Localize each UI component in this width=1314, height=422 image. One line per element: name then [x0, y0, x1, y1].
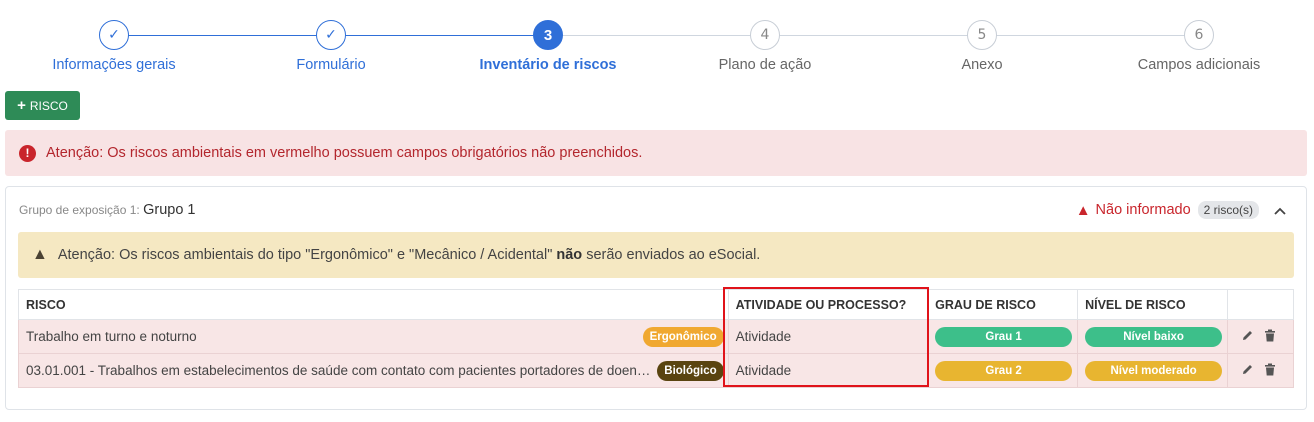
step-label: Campos adicionais	[1137, 57, 1261, 73]
step-number: 5	[967, 20, 997, 50]
warning-triangle-icon: ▲	[32, 246, 48, 263]
column-header-nivel: NÍVEL DE RISCO	[1077, 289, 1229, 320]
group-status: ▲ Não informado 2 risco(s)	[1076, 201, 1286, 219]
column-header-grau: GRAU DE RISCO	[927, 289, 1079, 320]
step-campos-adicionais[interactable]: 6 Campos adicionais	[1089, 20, 1309, 73]
plus-icon: +	[17, 97, 26, 114]
exposure-group-card: Grupo de exposição 1: Grupo 1 ▲ Não info…	[5, 186, 1307, 410]
step-formulario[interactable]: ✓ Formulário	[221, 20, 441, 73]
step-number: 4	[750, 20, 780, 50]
required-fields-alert: ! Atenção: Os riscos ambientais em verme…	[5, 130, 1307, 176]
step-number: 3	[533, 20, 563, 50]
step-label: Informações gerais	[52, 57, 176, 73]
degree-cell: Grau 1	[927, 319, 1079, 354]
level-badge: Nível baixo	[1085, 326, 1223, 347]
step-inventario-de-riscos[interactable]: 3 Inventário de riscos	[438, 20, 658, 73]
pencil-icon[interactable]	[1241, 363, 1254, 379]
degree-cell: Grau 2	[927, 353, 1079, 388]
add-risk-label: RISCO	[29, 98, 68, 113]
trash-icon[interactable]	[1264, 329, 1276, 345]
required-fields-alert-text: Atenção: Os riscos ambientais em vermelh…	[46, 145, 643, 161]
status-text: Não informado	[1095, 202, 1191, 218]
step-label: Anexo	[961, 57, 1003, 73]
esocial-alert-text: Atenção: Os riscos ambientais do tipo "E…	[57, 247, 761, 263]
column-header-actions	[1227, 289, 1294, 320]
progress-stepper: ✓ Informações gerais ✓ Formulário 3 Inve…	[0, 0, 1314, 90]
degree-badge: Grau 1	[935, 326, 1073, 347]
step-number: 6	[1184, 20, 1214, 50]
step-label: Inventário de riscos	[479, 57, 617, 73]
category-badge: Ergonômico	[642, 327, 724, 347]
actions-cell	[1227, 319, 1294, 354]
degree-badge: Grau 2	[935, 360, 1073, 381]
warning-triangle-icon: ▲	[1075, 201, 1091, 219]
group-name: Grupo 1	[143, 202, 196, 218]
level-badge: Nível moderado	[1085, 360, 1223, 381]
risk-count-badge: 2 risco(s)	[1197, 201, 1259, 219]
group-title: Grupo de exposição 1: Grupo 1	[19, 202, 196, 218]
check-icon: ✓	[99, 20, 129, 50]
risk-cell: Trabalho em turno e noturno Ergonômico	[18, 319, 729, 354]
column-header-risco: RISCO	[18, 289, 729, 320]
risk-name: Trabalho em turno e noturno	[26, 329, 197, 344]
pencil-icon[interactable]	[1241, 329, 1254, 345]
check-icon: ✓	[316, 20, 346, 50]
esocial-alert: ▲ Atenção: Os riscos ambientais do tipo …	[18, 232, 1294, 278]
risk-name: 03.01.001 - Trabalhos em estabelecimento…	[26, 363, 656, 378]
chevron-up-icon[interactable]	[1274, 203, 1286, 218]
risk-table: RISCO ATIVIDADE OU PROCESSO? GRAU DE RIS…	[18, 289, 1294, 388]
step-label: Plano de ação	[718, 57, 812, 73]
step-anexo[interactable]: 5 Anexo	[872, 20, 1092, 73]
exclamation-circle-icon: !	[19, 144, 36, 162]
group-prefix: Grupo de exposição 1:	[19, 203, 140, 217]
highlight-annotation-box	[723, 287, 929, 387]
table-header-row: RISCO ATIVIDADE OU PROCESSO? GRAU DE RIS…	[18, 289, 1294, 320]
risk-cell: 03.01.001 - Trabalhos em estabelecimento…	[18, 353, 729, 388]
trash-icon[interactable]	[1264, 363, 1276, 379]
add-risk-button[interactable]: + RISCO	[5, 91, 80, 120]
table-row[interactable]: 03.01.001 - Trabalhos em estabelecimento…	[18, 353, 1294, 388]
level-cell: Nível moderado	[1077, 353, 1229, 388]
level-cell: Nível baixo	[1077, 319, 1229, 354]
category-badge: Biológico	[657, 361, 724, 381]
step-label: Formulário	[296, 57, 366, 73]
actions-cell	[1227, 353, 1294, 388]
step-informacoes-gerais[interactable]: ✓ Informações gerais	[4, 20, 224, 73]
table-row[interactable]: Trabalho em turno e noturno Ergonômico A…	[18, 319, 1294, 354]
step-plano-de-acao[interactable]: 4 Plano de ação	[655, 20, 875, 73]
